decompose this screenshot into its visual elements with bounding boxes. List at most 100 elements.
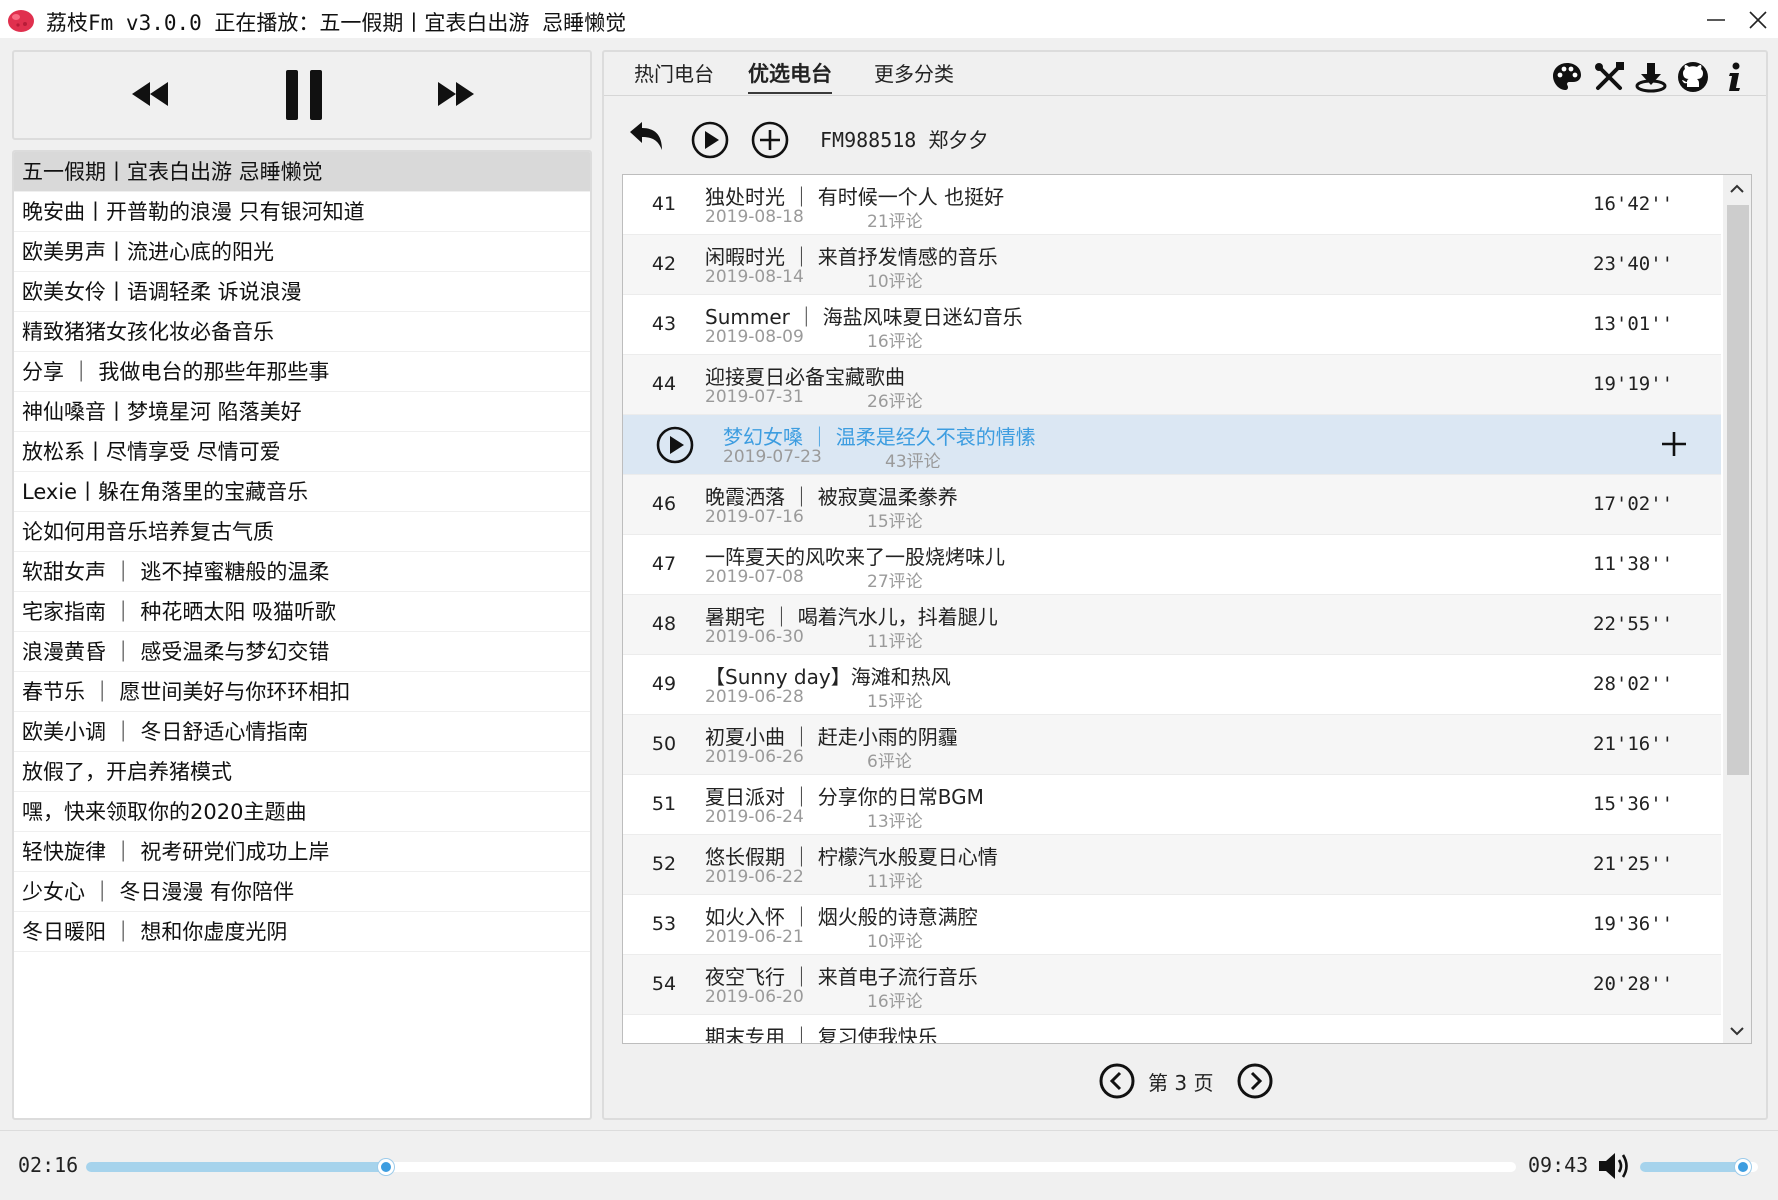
palette-icon[interactable] xyxy=(1550,60,1584,94)
track-list: 41 16'42'' 独处时光 ｜ 有时候一个人 也挺好 2019-08-18 21评论… xyxy=(622,174,1752,1044)
pause-button[interactable] xyxy=(282,66,326,128)
track-row[interactable]: 54 20'28'' 夜空飞行 ｜ 来首电子流行音乐 2019-06-20 16评论 xyxy=(623,955,1721,1015)
playlist-item[interactable]: 论如何用音乐培养复古气质 xyxy=(14,512,590,552)
scrollbar[interactable] xyxy=(1723,175,1751,1043)
track-number: 51 xyxy=(651,793,677,815)
playlist-item[interactable]: 欧美男声丨流进心底的阳光 xyxy=(14,232,590,272)
back-button[interactable] xyxy=(626,118,666,158)
play-circle-icon xyxy=(691,121,729,159)
playlist-item[interactable]: 欧美小调 ｜ 冬日舒适心情指南 xyxy=(14,712,590,752)
track-title: 梦幻女嗓 ｜ 温柔是经久不衰的情愫 xyxy=(723,425,1036,449)
close-button[interactable] xyxy=(1738,4,1778,36)
tools-icon[interactable] xyxy=(1592,60,1626,94)
track-row[interactable]: 期末专用 ｜ 复习使我快乐 xyxy=(623,1015,1721,1043)
play-all-button[interactable] xyxy=(690,120,730,164)
tab-more-categories[interactable]: 更多分类 xyxy=(874,58,954,94)
tab-hot-stations[interactable]: 热门电台 xyxy=(634,58,714,94)
playlist-item-active[interactable]: 五一假期丨宜表白出游 忌睡懒觉 xyxy=(14,152,590,192)
playlist-item[interactable]: 分享 ｜ 我做电台的那些年那些事 xyxy=(14,352,590,392)
scrollbar-thumb[interactable] xyxy=(1727,205,1749,775)
track-comments: 27评论 xyxy=(867,572,923,592)
track-date: 2019-06-30 xyxy=(705,627,804,647)
playlist-item[interactable]: 神仙嗓音丨梦境星河 陷落美好 xyxy=(14,392,590,432)
play-circle-icon[interactable] xyxy=(655,425,695,465)
track-number: 41 xyxy=(651,193,677,215)
progress-slider[interactable] xyxy=(86,1159,1516,1175)
playlist-item[interactable]: 浪漫黄昏 ｜ 感受温柔与梦幻交错 xyxy=(14,632,590,672)
previous-button[interactable] xyxy=(128,76,172,116)
playlist-item[interactable]: 冬日暖阳 ｜ 想和你虚度光阴 xyxy=(14,912,590,952)
playlist-item[interactable]: 放假了，开启养猪模式 xyxy=(14,752,590,792)
add-icon[interactable] xyxy=(1659,429,1689,459)
playlist-item[interactable]: Lexie丨躲在角落里的宝藏音乐 xyxy=(14,472,590,512)
volume-slider[interactable] xyxy=(1640,1159,1758,1175)
track-row[interactable]: 46 17'02'' 晚霞洒落 ｜ 被寂寞温柔豢养 2019-07-16 15评论 xyxy=(623,475,1721,535)
track-comments: 26评论 xyxy=(867,392,923,412)
chevron-down-icon[interactable] xyxy=(1727,1023,1747,1039)
playlist-item[interactable]: 放松系丨尽情享受 尽情可爱 xyxy=(14,432,590,472)
track-row[interactable]: 48 22'55'' 暑期宅 ｜ 喝着汽水儿，抖着腿儿 2019-06-30 11评论 xyxy=(623,595,1721,655)
tab-featured-stations[interactable]: 优选电台 xyxy=(748,58,832,94)
playlist-item[interactable]: 轻快旋律 ｜ 祝考研党们成功上岸 xyxy=(14,832,590,872)
track-row[interactable]: 42 23'40'' 闲暇时光 ｜ 来首抒发情感的音乐 2019-08-14 10评论 xyxy=(623,235,1721,295)
track-comments: 11评论 xyxy=(867,872,923,892)
volume-icon[interactable] xyxy=(1596,1149,1632,1183)
track-row[interactable]: 50 21'16'' 初夏小曲 ｜ 赶走小雨的阴霾 2019-06-26 6评论 xyxy=(623,715,1721,775)
chevron-up-icon[interactable] xyxy=(1727,181,1747,197)
rewind-icon xyxy=(132,82,168,106)
track-number: 54 xyxy=(651,973,677,995)
track-duration: 13'01'' xyxy=(1593,313,1674,335)
fast-forward-icon xyxy=(438,82,474,106)
track-row[interactable]: 41 16'42'' 独处时光 ｜ 有时候一个人 也挺好 2019-08-18 21评论 xyxy=(623,175,1721,235)
track-date: 2019-06-28 xyxy=(705,687,804,707)
download-icon[interactable] xyxy=(1634,60,1668,94)
track-title: 如火入怀 ｜ 烟火般的诗意满腔 xyxy=(705,905,978,929)
track-title: 晚霞洒落 ｜ 被寂寞温柔豢养 xyxy=(705,485,958,509)
pagination: 第 3 页 xyxy=(604,1060,1766,1100)
chevron-right-circle-icon[interactable] xyxy=(1236,1062,1274,1100)
minimize-button[interactable] xyxy=(1696,4,1736,36)
window-title: 荔枝Fm v3.0.0 正在播放：五一假期丨宜表白出游 忌睡懒觉 xyxy=(46,11,627,35)
track-duration: 17'02'' xyxy=(1593,493,1674,515)
track-row[interactable]: 51 15'36'' 夏日派对 ｜ 分享你的日常BGM 2019-06-24 13评论 xyxy=(623,775,1721,835)
track-date: 2019-08-09 xyxy=(705,327,804,347)
action-bar: FM988518 郑夕夕 xyxy=(604,112,1766,168)
subscribe-button[interactable] xyxy=(750,120,790,164)
progress-handle[interactable] xyxy=(378,1159,395,1175)
track-number: 49 xyxy=(651,673,677,695)
track-duration: 11'38'' xyxy=(1593,553,1674,575)
track-row[interactable]: 53 19'36'' 如火入怀 ｜ 烟火般的诗意满腔 2019-06-21 10评论 xyxy=(623,895,1721,955)
next-button[interactable] xyxy=(434,76,478,116)
playlist-item[interactable]: 欧美女伶丨语调轻柔 诉说浪漫 xyxy=(14,272,590,312)
github-icon[interactable] xyxy=(1676,60,1710,94)
playlist-item[interactable]: 春节乐 ｜ 愿世间美好与你环环相扣 xyxy=(14,672,590,712)
track-row[interactable]: 44 19'19'' 迎接夏日必备宝藏歌曲 2019-07-31 26评论 xyxy=(623,355,1721,415)
track-date: 2019-07-16 xyxy=(705,507,804,527)
track-number: 52 xyxy=(651,853,677,875)
playlist-item[interactable]: 宅家指南 ｜ 种花晒太阳 吸猫听歌 xyxy=(14,592,590,632)
track-duration: 23'40'' xyxy=(1593,253,1674,275)
track-duration: 28'02'' xyxy=(1593,673,1674,695)
volume-handle[interactable] xyxy=(1734,1159,1751,1175)
chevron-left-circle-icon[interactable] xyxy=(1098,1062,1136,1100)
track-title: 闲暇时光 ｜ 来首抒发情感的音乐 xyxy=(705,245,998,269)
playlist-item[interactable]: 嘿，快来领取你的2020主题曲 xyxy=(14,792,590,832)
pause-icon xyxy=(286,70,322,120)
track-row-selected[interactable]: 梦幻女嗓 ｜ 温柔是经久不衰的情愫 2019-07-23 43评论 xyxy=(623,415,1721,475)
track-row[interactable]: 47 11'38'' 一阵夏天的风吹来了一股烧烤味儿 2019-07-08 27评论 xyxy=(623,535,1721,595)
playlist-item[interactable]: 软甜女声 ｜ 逃不掉蜜糖般的温柔 xyxy=(14,552,590,592)
track-comments: 21评论 xyxy=(867,212,923,232)
playlist-item[interactable]: 少女心 ｜ 冬日漫漫 有你陪伴 xyxy=(14,872,590,912)
info-icon[interactable] xyxy=(1718,60,1752,94)
track-row[interactable]: 43 13'01'' Summer ｜ 海盐风味夏日迷幻音乐 2019-08-09 16… xyxy=(623,295,1721,355)
track-row[interactable]: 49 28'02'' 【Sunny day】海滩和热风 2019-06-28 15评论 xyxy=(623,655,1721,715)
back-arrow-icon xyxy=(630,122,662,150)
track-date: 2019-07-31 xyxy=(705,387,804,407)
track-row[interactable]: 52 21'25'' 悠长假期 ｜ 柠檬汽水般夏日心情 2019-06-22 11评论 xyxy=(623,835,1721,895)
main-panel: 热门电台 优选电台 更多分类 FM988518 郑夕夕 41 16'42'' 独… xyxy=(602,50,1768,1120)
track-title: 夜空飞行 ｜ 来首电子流行音乐 xyxy=(705,965,978,989)
playlist-item[interactable]: 精致猪猪女孩化妆必备音乐 xyxy=(14,312,590,352)
playlist-item[interactable]: 晚安曲丨开普勒的浪漫 只有银河知道 xyxy=(14,192,590,232)
track-duration: 20'28'' xyxy=(1593,973,1674,995)
track-duration: 21'16'' xyxy=(1593,733,1674,755)
